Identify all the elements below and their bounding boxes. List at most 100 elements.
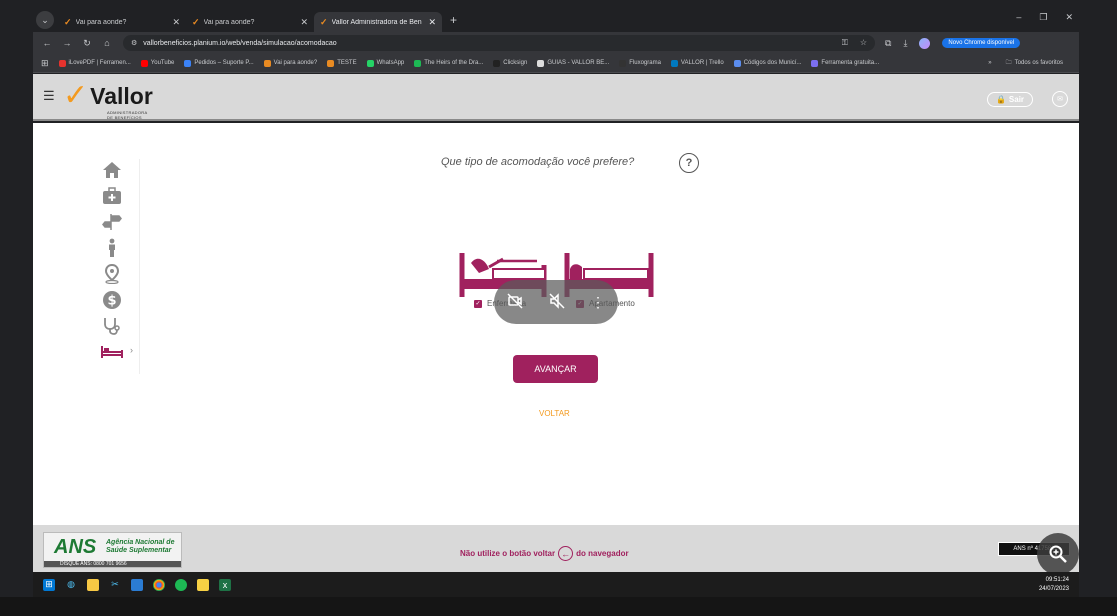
all-bookmarks-folder[interactable]: 🗀 Todos os favoritos [1006,58,1063,68]
vallor-logo[interactable]: ✓ Vallor ADMINISTRADORA DE BENEFÍCIOS [63,78,153,121]
svg-text:$: $ [107,294,116,309]
mail-icon[interactable]: ✉ [1052,91,1068,107]
bookmark-item[interactable]: Clicksign [493,59,528,67]
ans-phone: DISQUE ANS: 0800 701 9656 [44,561,181,567]
bookmark-item[interactable]: TESTE [327,59,357,67]
chrome-icon[interactable] [153,578,165,591]
download-icon[interactable]: ⤓ [903,38,907,49]
forward-arrow-icon[interactable]: → [57,38,77,48]
os-taskbar: ⊞ ◍ ✂ x 09:51:24 24/07/2023 [33,572,1079,597]
new-tab-icon[interactable]: + [450,13,457,27]
close-window-icon[interactable]: ✕ [1065,12,1073,23]
outlook-icon[interactable] [131,578,143,591]
bookmark-item[interactable]: Vai para aonde? [263,59,318,67]
bookmark-item[interactable]: Códigos dos Municí... [733,59,802,67]
bookmark-item[interactable]: iLovePDF | Ferramen... [58,59,131,67]
warning-text-pre: Não utilize o botão voltar [460,549,556,558]
bookmark-favicon-icon [184,59,192,67]
advance-button[interactable]: AVANÇAR [513,355,598,383]
person-step-icon[interactable] [100,237,124,259]
more-vertical-icon[interactable]: ⋮ [591,294,605,311]
bookmark-label: YouTube [150,60,175,66]
system-clock[interactable]: 09:51:24 24/07/2023 [1039,576,1069,594]
mute-icon[interactable] [549,292,565,312]
site-info-icon[interactable]: ⚙ [131,39,137,47]
signpost-step-icon[interactable] [100,211,124,233]
file-explorer-icon[interactable] [87,578,99,591]
checkbox-checked-icon[interactable]: ✓ [474,299,482,308]
help-icon[interactable]: ? [679,153,699,173]
bookmark-label: Clicksign [503,60,528,66]
excel-icon[interactable]: x [219,578,231,591]
spotify-icon[interactable] [175,578,187,591]
hamburger-menu-icon[interactable]: ☰ [43,88,55,104]
minimize-icon[interactable]: – [1016,12,1021,23]
home-icon[interactable]: ⌂ [97,38,117,48]
address-bar[interactable]: ⚙ vallorbeneficios.planium.io/web/venda/… [123,35,875,51]
bookmark-label: The Heirs of the Dra... [424,60,484,66]
bookmark-favicon-icon [811,59,819,67]
clock-date: 24/07/2023 [1038,586,1069,592]
bookmark-favicon-icon [58,59,66,67]
close-tab-icon[interactable]: ✕ [300,17,308,28]
bookmark-label: WhatsApp [376,60,405,66]
back-circle-arrow-icon: ← [558,546,574,561]
logout-button[interactable]: 🔒 Sair [987,92,1033,107]
bookmark-favicon-icon [263,59,271,67]
tab-title: Vai para aonde? [75,18,127,26]
home-step-icon[interactable] [100,159,124,181]
bookmark-item[interactable]: WhatsApp [366,59,405,67]
bed-step-icon-active[interactable] [100,341,124,363]
dollar-step-icon[interactable]: $ [100,289,124,311]
bookmark-label: GUIAS - VALLOR BE... [547,60,610,66]
close-tab-icon[interactable]: ✕ [172,17,180,28]
vallor-favicon-icon: ✓ [192,16,200,27]
bookmark-item[interactable]: VALLOR | Trello [670,59,724,67]
zoom-icon[interactable] [1037,533,1079,575]
browser-tab[interactable]: ✓ Vai para aonde? ✕ [186,12,314,32]
tab-search-icon[interactable]: ⌄ [36,11,54,29]
bookmark-item[interactable]: The Heirs of the Dra... [414,59,484,67]
bookmark-label: Códigos dos Municí... [743,60,802,66]
browser-toolbar: ← → ↻ ⌂ ⚙ vallorbeneficios.planium.io/we… [33,32,1079,54]
bookmark-favicon-icon [670,59,678,67]
more-bookmarks-icon[interactable]: » [988,60,991,66]
back-arrow-icon[interactable]: ← [37,38,57,48]
close-tab-icon[interactable]: ✕ [428,17,436,28]
apps-grid-icon[interactable]: ⊞ [41,58,49,69]
app-footer: ANS Agência Nacional de Saúde Suplementa… [33,525,1079,572]
vallor-check-logo-icon: ✓ [63,78,89,113]
vallor-favicon-icon: ✓ [320,16,328,27]
bookmark-label: VALLOR | Trello [680,60,724,66]
snipping-tool-icon[interactable]: ✂ [109,579,121,591]
bookmark-item[interactable]: Fluxograma [619,59,661,67]
app-header: ☰ ✓ Vallor ADMINISTRADORA DE BENEFÍCIOS … [33,74,1079,121]
bookmark-label: Vai para aonde? [273,60,318,66]
stethoscope-step-icon[interactable] [100,315,124,337]
extensions-icon[interactable]: ⧉ [885,38,891,49]
bookmark-item[interactable]: Pedidos – Suporte P... [184,59,254,67]
bookmarks-bar: ⊞ iLovePDF | Ferramen... YouTube Pedidos –… [33,54,1079,73]
sticky-notes-icon[interactable] [197,578,209,591]
medical-kit-step-icon[interactable] [100,185,124,207]
back-link[interactable]: VOLTAR [539,409,570,418]
bookmark-star-icon[interactable]: ☆ [860,38,867,48]
location-pin-step-icon[interactable] [100,263,124,285]
ans-logo[interactable]: ANS Agência Nacional de Saúde Suplementa… [43,532,182,568]
camera-off-icon[interactable] [507,292,523,312]
windows-start-icon[interactable]: ⊞ [43,578,55,591]
bookmark-favicon-icon [140,59,148,67]
bookmark-item[interactable]: YouTube [140,59,175,67]
restore-icon[interactable]: ❐ [1039,12,1047,23]
reload-icon[interactable]: ↻ [77,38,97,49]
browser-tab-active[interactable]: ✓ Vallor Administradora de Benefí ✕ [314,12,442,32]
bookmark-item[interactable]: GUIAS - VALLOR BE... [537,59,610,67]
browser-tab[interactable]: ✓ Vai para aonde? ✕ [58,12,186,32]
chrome-update-button[interactable]: Novo Chrome disponível [942,38,1021,48]
globe-icon[interactable]: ◍ [65,579,77,591]
profile-avatar[interactable] [919,37,931,49]
bookmark-favicon-icon [493,59,501,67]
bookmark-item[interactable]: Ferramenta gratuita... [811,59,879,67]
password-key-icon[interactable]: ⚿ [842,38,848,48]
all-bookmarks-label: Todos os favoritos [1014,60,1063,66]
